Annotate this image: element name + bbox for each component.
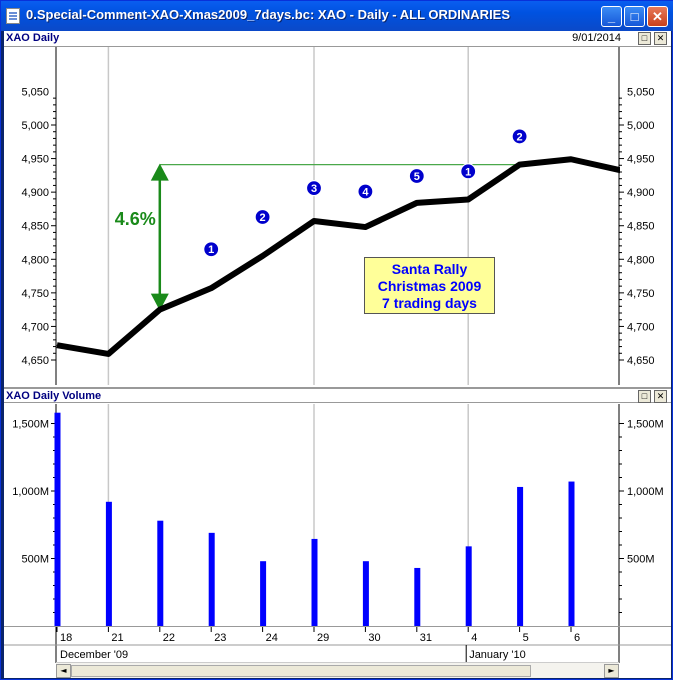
volume-bar <box>517 486 524 626</box>
day-marker-label: 1 <box>465 166 471 178</box>
date-day-label: 4 <box>471 632 477 644</box>
price-chart[interactable]: 4,6504,6504,7004,7004,7504,7504,8004,800… <box>4 47 671 385</box>
price-right-tick-label: 5,000 <box>627 120 655 132</box>
volume-left-tick-label: 500M <box>21 554 49 566</box>
date-day-label: 24 <box>266 632 278 644</box>
callout-line-2: Christmas 2009 <box>377 278 482 294</box>
callout-line-1: Santa Rally <box>391 261 468 277</box>
price-data-point <box>107 353 109 355</box>
price-data-point <box>416 202 418 204</box>
volume-bar <box>54 412 61 626</box>
scroll-thumb[interactable] <box>71 665 531 677</box>
price-right-tick-label: 4,850 <box>627 221 655 233</box>
date-day-label: 30 <box>368 632 380 644</box>
volume-right-tick-label: 500M <box>627 554 655 566</box>
price-panel-header: XAO Daily 9/01/2014 □ ✕ <box>4 31 671 47</box>
gain-percent-label: 4.6% <box>115 209 156 229</box>
horizontal-scrollbar[interactable]: ◄ ► <box>56 662 619 678</box>
date-day-label: 31 <box>420 632 432 644</box>
day-marker-label: 1 <box>208 244 214 256</box>
volume-panel-header: XAO Daily Volume □ ✕ <box>4 387 671 403</box>
price-right-top-tick-label: 5,050 <box>627 86 655 98</box>
month-label-december: December '09 <box>60 649 128 661</box>
volume-bar <box>105 501 112 626</box>
panel-restore-button[interactable]: □ <box>638 32 651 45</box>
volume-panel-label: XAO Daily Volume <box>6 390 102 402</box>
day-marker-label: 2 <box>517 131 523 143</box>
price-data-point <box>313 220 315 222</box>
panel-close-button[interactable]: ✕ <box>654 32 667 45</box>
scroll-left-icon[interactable]: ◄ <box>56 664 71 678</box>
day-marker-label: 3 <box>311 183 317 195</box>
app-window: 0.Special-Comment-XAO-Xmas2009_7days.bc:… <box>0 0 673 680</box>
date-axis: 18 21 22 23 24 29 30 31 4 5 6 December '09 January '… <box>4 626 671 663</box>
volume-bar <box>157 520 164 626</box>
scroll-right-icon[interactable]: ► <box>604 664 619 678</box>
date-day-label: 23 <box>214 632 226 644</box>
document-icon <box>6 8 20 24</box>
volume-left-tick-label: 1,500M <box>12 419 49 431</box>
volume-plot-area <box>56 404 619 626</box>
volume-bar <box>414 567 421 626</box>
price-right-tick-label: 4,650 <box>627 355 655 367</box>
price-left-margin <box>4 47 55 385</box>
volume-right-tick-label: 1,500M <box>627 419 664 431</box>
santa-rally-callout: Santa Rally Christmas 2009 7 trading day… <box>364 257 495 314</box>
price-data-point <box>570 158 572 160</box>
volume-bar <box>311 538 318 626</box>
volume-panel-restore-button[interactable]: □ <box>638 390 651 403</box>
price-panel-date: 9/01/2014 <box>572 32 621 44</box>
price-right-tick-label: 4,750 <box>627 288 655 300</box>
day-marker-label: 5 <box>414 171 420 183</box>
volume-bar <box>208 532 215 626</box>
price-data-point <box>56 344 58 346</box>
volume-panel-close-button[interactable]: ✕ <box>654 390 667 403</box>
window-title: 0.Special-Comment-XAO-Xmas2009_7days.bc:… <box>26 7 511 22</box>
price-data-point <box>467 199 469 201</box>
price-panel-label: XAO Daily <box>6 32 60 44</box>
volume-left-tick-label: 1,000M <box>12 486 49 498</box>
price-data-point <box>262 255 264 257</box>
price-right-tick-label: 4,950 <box>627 154 655 166</box>
maximize-button[interactable]: □ <box>624 6 645 27</box>
volume-bar <box>362 561 369 626</box>
close-button[interactable]: ✕ <box>647 6 668 27</box>
price-right-tick-label: 4,700 <box>627 321 655 333</box>
minimize-button[interactable]: _ <box>601 6 622 27</box>
price-data-point <box>364 226 366 228</box>
date-day-label: 6 <box>574 632 580 644</box>
volume-bar <box>260 561 267 626</box>
volume-bar <box>465 546 472 626</box>
date-axis-svg: 18 21 22 23 24 29 30 31 4 5 6 December '09 January '… <box>4 627 671 663</box>
day-marker-label: 2 <box>260 212 266 224</box>
date-day-label: 22 <box>163 632 175 644</box>
volume-chart[interactable]: 500M 500M 1,000M 1,000M 1,500M 1,500M <box>4 404 671 626</box>
price-data-point <box>159 309 161 311</box>
volume-bar <box>568 481 575 626</box>
callout-line-3: 7 trading days <box>382 295 477 311</box>
price-right-tick-label: 4,900 <box>627 187 655 199</box>
day-marker-label: 4 <box>362 186 369 198</box>
date-day-label: 29 <box>317 632 329 644</box>
volume-right-tick-label: 1,000M <box>627 486 664 498</box>
price-right-tick-label: 4,800 <box>627 254 655 266</box>
price-data-point <box>519 164 521 166</box>
price-data-point <box>210 287 212 289</box>
date-day-label: 5 <box>523 632 529 644</box>
date-day-label: 21 <box>111 632 123 644</box>
date-day-label: 18 <box>60 632 72 644</box>
chart-client-area: XAO Daily 9/01/2014 □ ✕ 4,6504,6504,7004… <box>4 31 671 678</box>
title-bar[interactable]: 0.Special-Comment-XAO-Xmas2009_7days.bc:… <box>1 1 673 31</box>
month-label-january: January '10 <box>469 649 526 661</box>
